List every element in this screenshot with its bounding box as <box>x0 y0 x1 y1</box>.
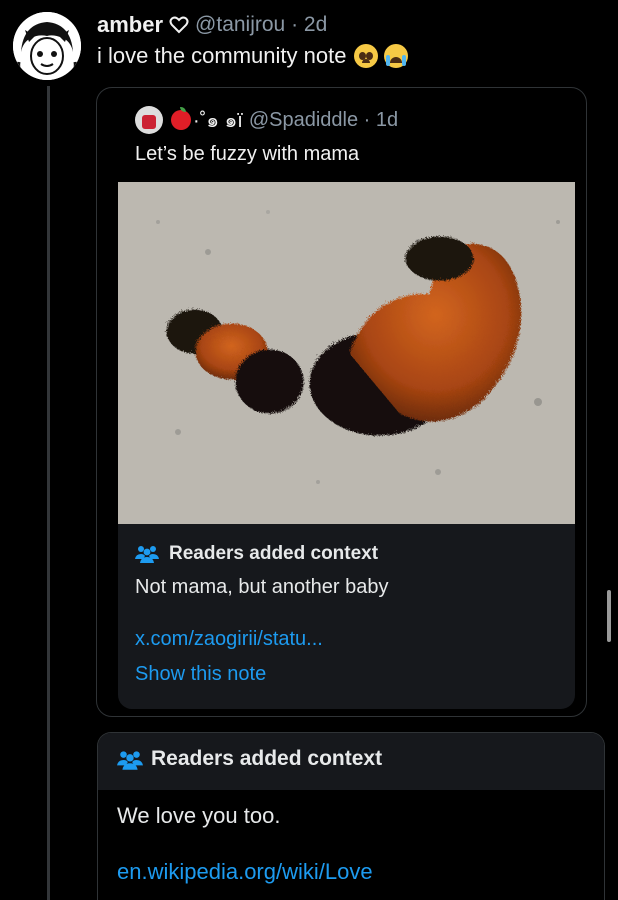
community-note-title: Readers added context <box>151 747 383 770</box>
apple-icon <box>171 107 191 130</box>
quoted-note-title: Readers added context <box>169 543 379 564</box>
quoted-tweet-text: Let’s be fuzzy with mama <box>135 143 360 165</box>
quoted-tweet-photo[interactable] <box>118 182 575 524</box>
quoted-author-handle[interactable]: @Spadiddle · 1d <box>249 109 398 132</box>
tweet-header: amber @tanijrou · 2d <box>97 11 327 39</box>
community-note-header: Readers added context <box>117 747 382 771</box>
people-icon <box>117 749 143 770</box>
author-name[interactable]: amber <box>97 12 163 38</box>
tweet-text: i love the community note <box>97 43 409 69</box>
community-note-link[interactable]: en.wikipedia.org/wiki/Love <box>117 859 373 885</box>
loudly-crying-face-icon <box>384 44 409 68</box>
people-icon <box>135 544 159 564</box>
show-note-link[interactable]: Show this note <box>135 663 266 686</box>
heart-icon <box>169 15 189 35</box>
author-handle[interactable]: @tanijrou · 2d <box>195 13 327 37</box>
thread-line <box>47 86 50 900</box>
tweet-text-content: i love the community note <box>97 43 347 68</box>
scrollbar[interactable] <box>607 590 611 642</box>
author-avatar[interactable] <box>13 12 81 80</box>
quoted-note-header: Readers added context <box>135 543 378 565</box>
quoted-note-body: Not mama, but another baby <box>135 576 389 598</box>
quoted-author-avatar[interactable] <box>135 106 163 134</box>
pleading-face-icon <box>354 44 379 68</box>
quoted-author-name[interactable]: ·˚๑ ๑ï <box>193 104 243 136</box>
quoted-note-link[interactable]: x.com/zaogirii/statu... <box>135 628 323 651</box>
community-note-body: We love you too. <box>117 803 281 828</box>
quoted-tweet-header: ·˚๑ ๑ï @Spadiddle · 1d <box>135 104 398 136</box>
